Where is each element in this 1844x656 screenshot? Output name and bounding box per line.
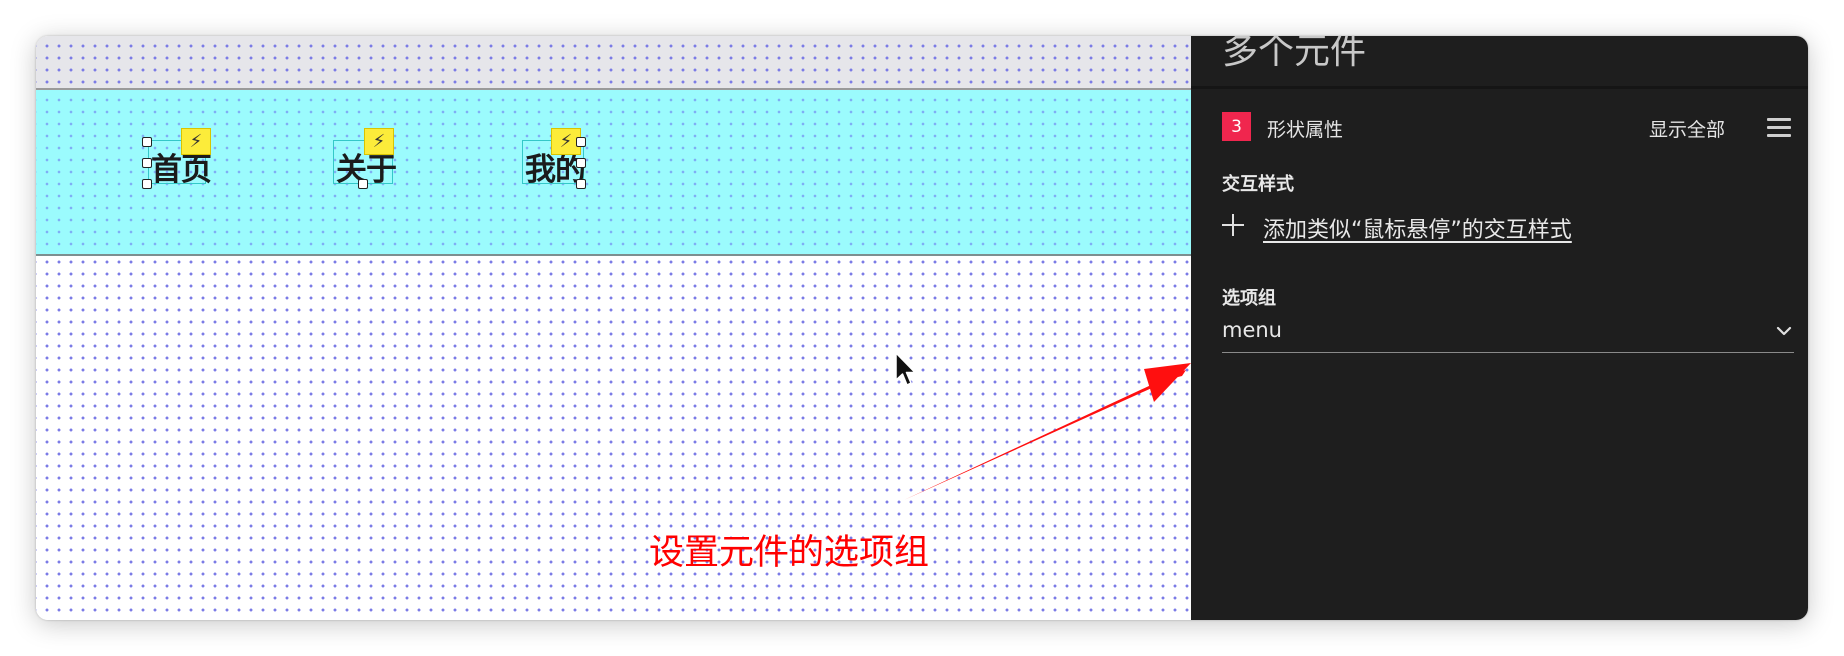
option-group-heading: 选项组 (1222, 288, 1276, 309)
chevron-down-icon[interactable] (1776, 324, 1792, 338)
menu-bar-shape[interactable]: 首页 ⚡ 关于 ⚡ 我的 ⚡ (36, 90, 1191, 256)
annotation-text: 设置元件的选项组 (649, 533, 930, 573)
mouse-cursor-icon (895, 352, 916, 386)
option-group-select[interactable]: menu (1222, 318, 1794, 353)
resize-handle-bottom-right[interactable] (576, 179, 586, 189)
add-interaction-style-link[interactable]: 添加类似“鼠标悬停”的交互样式 (1263, 212, 1572, 244)
design-canvas[interactable]: 首页 ⚡ 关于 ⚡ 我的 ⚡ 设置元件的选项组 (36, 36, 1191, 620)
hamburger-icon[interactable] (1767, 118, 1791, 138)
section-title: 形状属性 (1267, 119, 1344, 141)
resize-handle-middle-right[interactable] (576, 158, 586, 168)
plus-icon[interactable] (1222, 214, 1244, 236)
resize-handle-middle-left[interactable] (142, 158, 152, 168)
inspector-panel: 多个元件 3 形状属性 显示全部 交互样式 添加类似“鼠标悬停”的交互样式 选项… (1191, 36, 1808, 620)
panel-divider (1191, 86, 1808, 89)
resize-handle-top-right[interactable] (576, 137, 586, 147)
lightning-icon[interactable]: ⚡ (181, 128, 211, 155)
app-window: 首页 ⚡ 关于 ⚡ 我的 ⚡ 设置元件的选项组 多个元件 3 形状属性 显示全部… (36, 36, 1808, 620)
interaction-styles-heading: 交互样式 (1222, 174, 1294, 195)
resize-handle-top-left[interactable] (142, 137, 152, 147)
lightning-icon[interactable]: ⚡ (364, 128, 394, 155)
resize-handle-bottom-left[interactable] (142, 179, 152, 189)
canvas-top-strip (36, 36, 1191, 90)
show-all-button[interactable]: 显示全部 (1649, 115, 1725, 142)
resize-handle-bottom-center[interactable] (358, 179, 368, 189)
panel-title: 多个元件 (1222, 36, 1367, 72)
selection-count-badge: 3 (1222, 112, 1251, 141)
option-group-value: menu (1222, 318, 1282, 342)
